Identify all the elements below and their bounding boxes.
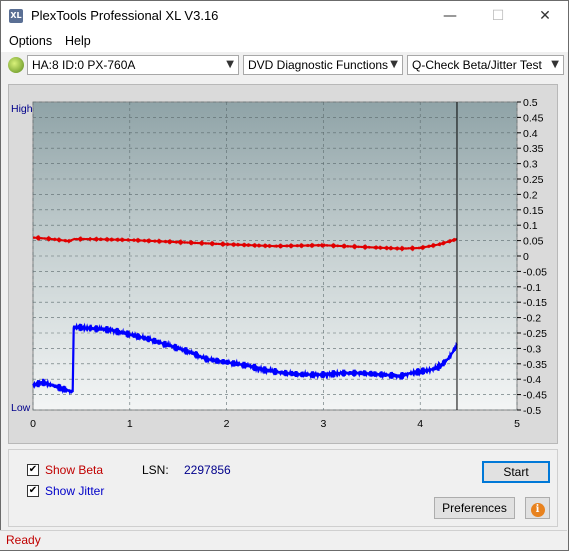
y-tick-label: 0 (523, 251, 529, 263)
menu-options[interactable]: Options (9, 34, 52, 48)
y-axis-ticks: 0.5 0.45 0.4 0.35 0.3 0.25 0.2 0.15 0.1 0.05 0 -0.0… (517, 97, 547, 417)
y-tick-label: 0.45 (523, 112, 544, 124)
maximize-button[interactable]: ☐ (475, 1, 521, 31)
show-beta-label[interactable]: Show Beta (45, 463, 103, 477)
y-high-label: High (11, 103, 33, 115)
y-tick-label: 0.15 (523, 205, 544, 217)
y-tick-label: 0.3 (523, 159, 538, 171)
show-jitter-label[interactable]: Show Jitter (45, 484, 104, 498)
y-tick-label: -0.15 (523, 297, 547, 309)
preferences-button[interactable]: Preferences (434, 497, 515, 519)
y-tick-label: 0.35 (523, 143, 544, 155)
beta-jitter-chart: 012345 0.50.450.40.350.30.250.20.150.10.… (11, 97, 547, 430)
y-tick-label: -0.05 (523, 266, 547, 278)
y-tick-label: -0.25 (523, 328, 547, 340)
menu-help[interactable]: Help (65, 34, 91, 48)
menu-bar: Options Help (1, 31, 568, 52)
info-button[interactable]: i (525, 497, 550, 519)
status-text: Ready (6, 533, 41, 547)
y-tick-label: -0.1 (523, 282, 541, 294)
control-panel: ✔ Show Beta ✔ Show Jitter LSN: 2297856 S… (8, 449, 558, 527)
toolbar: HA:8 ID:0 PX-760A ▼ DVD Diagnostic Funct… (1, 53, 568, 79)
test-select-value: Q-Check Beta/Jitter Test (412, 58, 542, 72)
show-beta-checkbox[interactable]: ✔ (27, 464, 39, 476)
chevron-down-icon: ▼ (226, 59, 234, 70)
minimize-button[interactable]: — (427, 1, 473, 31)
x-tick-label: 4 (417, 418, 423, 430)
chevron-down-icon: ▼ (551, 59, 559, 70)
drive-select-value: HA:8 ID:0 PX-760A (32, 58, 136, 72)
close-button[interactable]: ✕ (522, 1, 568, 31)
x-tick-label: 5 (514, 418, 520, 430)
disc-drive-icon (8, 57, 24, 73)
y-tick-label: 0.5 (523, 97, 538, 109)
y-tick-label: 0.2 (523, 189, 538, 201)
app-icon: XL (9, 9, 23, 23)
x-tick-label: 3 (320, 418, 326, 430)
y-tick-label: 0.05 (523, 236, 544, 248)
chevron-down-icon: ▼ (390, 59, 398, 70)
y-tick-label: -0.35 (523, 359, 547, 371)
y-tick-label: 0.1 (523, 220, 538, 232)
x-tick-label: 2 (224, 418, 230, 430)
y-tick-label: -0.5 (523, 405, 541, 417)
function-select[interactable]: DVD Diagnostic Functions ▼ (243, 55, 403, 75)
y-tick-label: -0.45 (523, 390, 547, 402)
lsn-label: LSN: (142, 463, 169, 477)
x-tick-label: 1 (127, 418, 133, 430)
drive-select[interactable]: HA:8 ID:0 PX-760A ▼ (27, 55, 239, 75)
show-jitter-checkbox[interactable]: ✔ (27, 485, 39, 497)
y-tick-label: -0.3 (523, 343, 541, 355)
y-tick-label: 0.4 (523, 128, 538, 140)
info-icon: i (530, 503, 545, 517)
y-tick-label: -0.2 (523, 313, 541, 325)
window-title: PlexTools Professional XL V3.16 (31, 8, 219, 23)
x-axis-ticks: 0 1 2 3 4 5 (30, 418, 520, 430)
y-tick-label: 0.25 (523, 174, 544, 186)
chart-panel: 012345 0.5 0.45 0.4 0.35 0.3 0.25 0.2 0.15 0.1 0.… (8, 84, 558, 444)
y-low-label: Low (11, 402, 31, 414)
start-button[interactable]: Start (482, 461, 550, 483)
status-bar: Ready (0, 530, 567, 550)
y-tick-label: -0.4 (523, 374, 541, 386)
lsn-value: 2297856 (184, 463, 231, 477)
title-bar: XL PlexTools Professional XL V3.16 — ☐ ✕ (1, 1, 568, 31)
test-select[interactable]: Q-Check Beta/Jitter Test ▼ (407, 55, 564, 75)
x-tick-label: 0 (30, 418, 36, 430)
function-select-value: DVD Diagnostic Functions (248, 58, 389, 72)
